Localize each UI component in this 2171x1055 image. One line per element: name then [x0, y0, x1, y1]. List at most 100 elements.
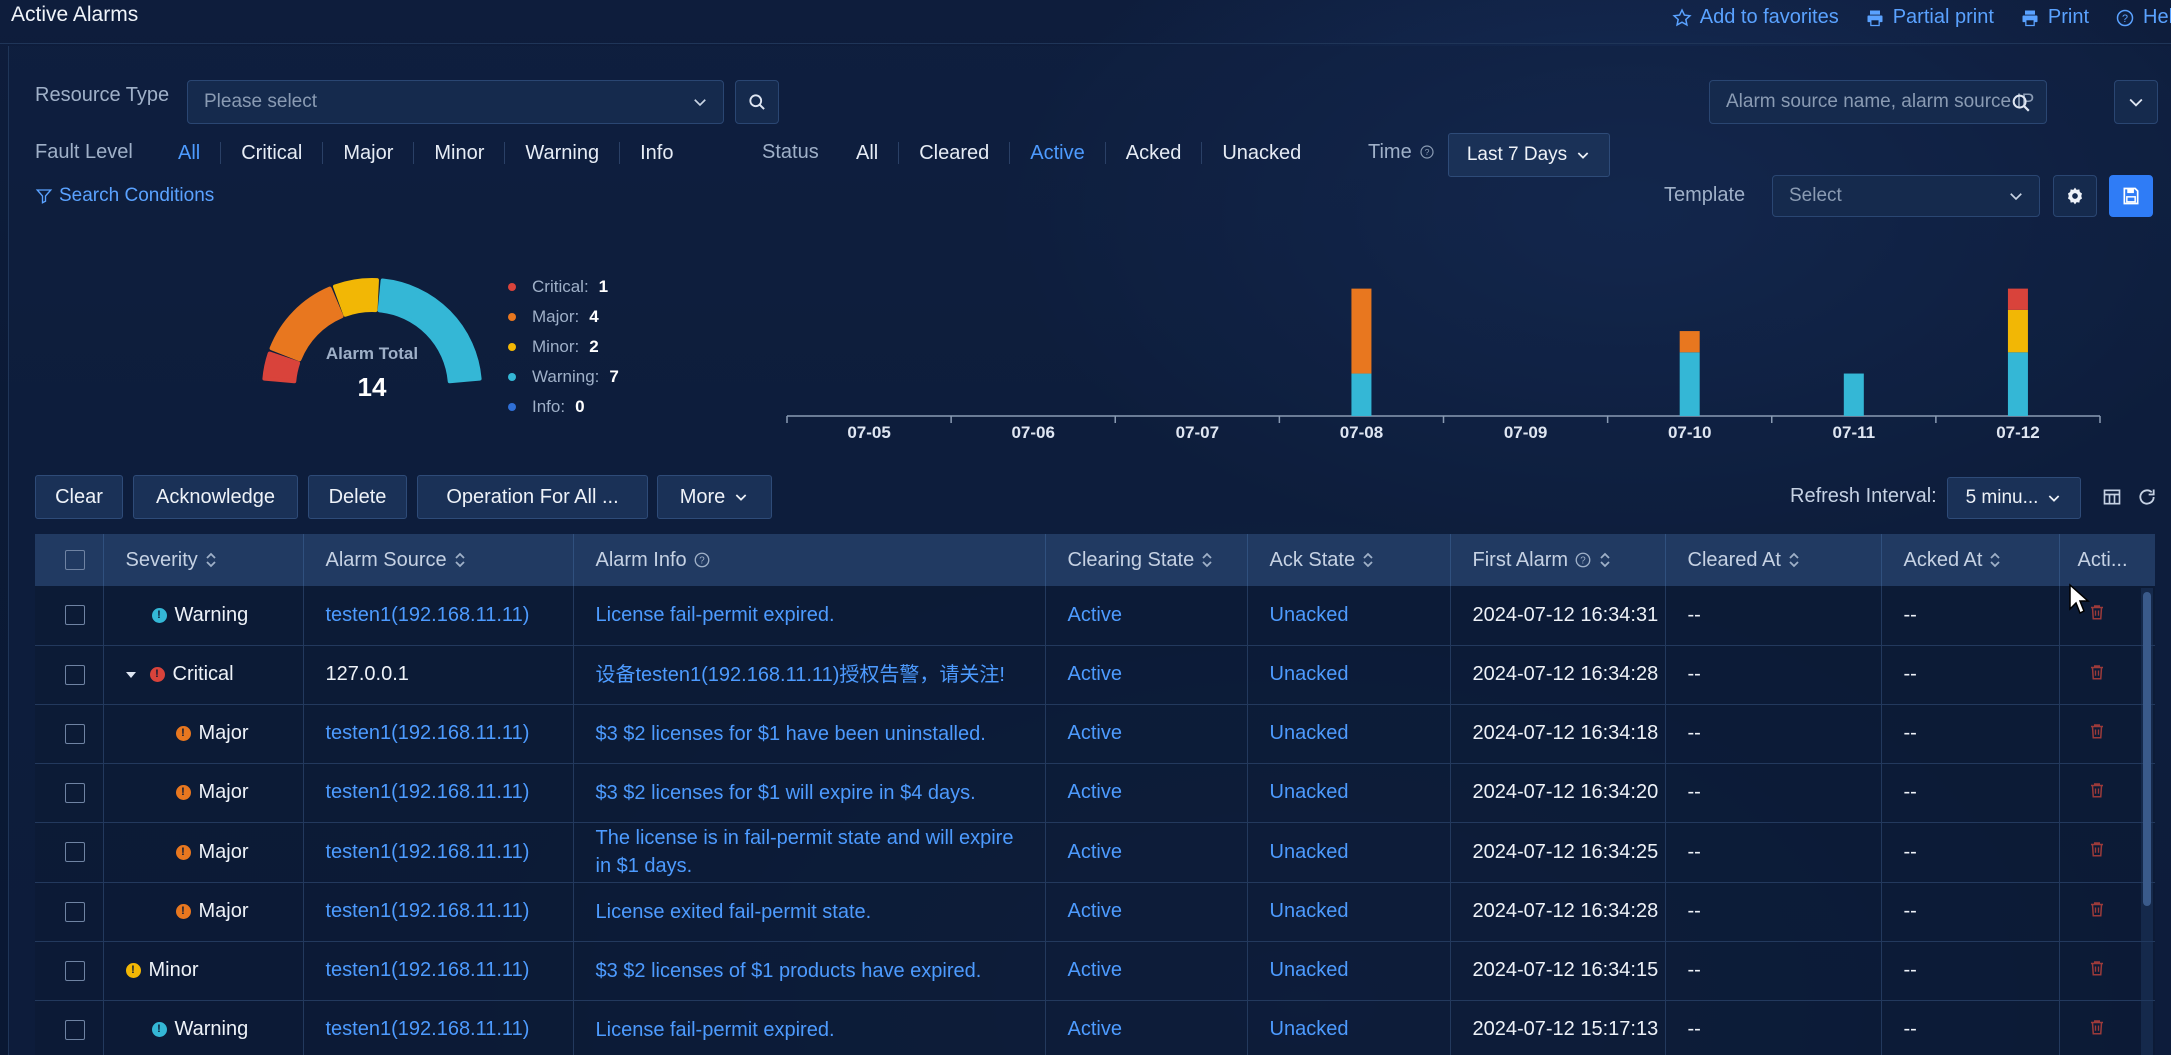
expand-caret-icon[interactable]	[124, 668, 138, 682]
alarm-source-cell[interactable]: testen1(192.168.11.11)	[303, 586, 574, 646]
fault-level-major[interactable]: Major	[323, 142, 415, 164]
row-checkbox[interactable]	[65, 842, 85, 863]
clearing-state-cell[interactable]: Active	[1045, 645, 1248, 705]
clearing-state-cell[interactable]: Active	[1045, 704, 1248, 764]
clearing-state-cell[interactable]: Active	[1045, 586, 1248, 646]
table-row[interactable]: ! Major testen1(192.168.11.11) $3 $2 lic…	[35, 763, 2155, 823]
alarm-info-cell[interactable]: The license is in fail-permit state and …	[573, 822, 1046, 883]
delete-icon[interactable]	[2088, 781, 2106, 799]
bar-segment[interactable]	[2007, 309, 2028, 353]
save-template-button[interactable]	[2109, 175, 2153, 217]
delete-icon[interactable]	[2088, 603, 2106, 621]
column-settings-icon[interactable]	[2102, 487, 2122, 507]
row-checkbox[interactable]	[65, 901, 85, 922]
alarm-info-cell[interactable]: $3 $2 licenses for $1 have been uninstal…	[573, 704, 1046, 764]
delete-button[interactable]: Delete	[308, 475, 407, 519]
row-checkbox[interactable]	[65, 960, 85, 981]
alarm-info-cell[interactable]: License fail-permit expired.	[573, 1000, 1046, 1055]
settings-button[interactable]	[2053, 175, 2097, 217]
fault-level-warning[interactable]: Warning	[505, 142, 621, 164]
bar-segment[interactable]	[1843, 373, 1864, 416]
alarm-source-cell[interactable]: testen1(192.168.11.11)	[303, 882, 574, 942]
alarm-info-cell[interactable]: License fail-permit expired.	[573, 586, 1046, 646]
sort-icon[interactable]	[1361, 550, 1375, 570]
table-row[interactable]: ! Warning testen1(192.168.11.11) License…	[35, 1000, 2155, 1055]
sort-icon[interactable]	[1598, 550, 1612, 570]
partial-print-button[interactable]: Partial print	[1865, 6, 1994, 29]
table-row[interactable]: ! Warning testen1(192.168.11.11) License…	[35, 586, 2155, 646]
bar-segment[interactable]	[1351, 288, 1372, 374]
ack-state-cell[interactable]: Unacked	[1247, 1000, 1451, 1055]
alarm-source-cell[interactable]: testen1(192.168.11.11)	[303, 704, 574, 764]
clearing-state-cell[interactable]: Active	[1045, 882, 1248, 942]
clearing-state-cell[interactable]: Active	[1045, 822, 1248, 883]
bar-segment[interactable]	[1679, 352, 1700, 416]
ack-state-cell[interactable]: Unacked	[1247, 941, 1451, 1001]
alarm-source-search-input[interactable]: Alarm source name, alarm source IP	[1709, 80, 2047, 124]
table-row[interactable]: ! Major testen1(192.168.11.11) $3 $2 lic…	[35, 704, 2155, 764]
bar-segment[interactable]	[1679, 331, 1700, 353]
clearing-state-cell[interactable]: Active	[1045, 1000, 1248, 1055]
bar-segment[interactable]	[1351, 373, 1372, 416]
fault-level-critical[interactable]: Critical	[221, 142, 324, 164]
search-icon[interactable]	[2010, 92, 2032, 114]
status-all[interactable]: All	[836, 142, 900, 164]
col-ack-state[interactable]: Ack State	[1247, 534, 1451, 586]
operation-for-all-button[interactable]: Operation For All ...	[417, 475, 648, 519]
row-checkbox[interactable]	[65, 1019, 85, 1040]
fault-level-info[interactable]: Info	[620, 142, 693, 164]
delete-icon[interactable]	[2088, 959, 2106, 977]
add-to-favorites-button[interactable]: Add to favorites	[1672, 6, 1839, 29]
table-scrollbar-thumb[interactable]	[2143, 592, 2151, 906]
alarm-info-cell[interactable]: License exited fail-permit state.	[573, 882, 1046, 942]
expand-search-button[interactable]	[2114, 80, 2158, 124]
fault-level-all[interactable]: All	[158, 142, 222, 164]
acknowledge-button[interactable]: Acknowledge	[133, 475, 298, 519]
fault-level-minor[interactable]: Minor	[414, 142, 506, 164]
status-active[interactable]: Active	[1010, 142, 1106, 164]
sort-icon[interactable]	[204, 550, 218, 570]
table-row[interactable]: ! Major testen1(192.168.11.11) The licen…	[35, 822, 2155, 883]
delete-icon[interactable]	[2088, 840, 2106, 858]
delete-icon[interactable]	[2088, 722, 2106, 740]
ack-state-cell[interactable]: Unacked	[1247, 586, 1451, 646]
delete-icon[interactable]	[2088, 663, 2106, 681]
table-row[interactable]: ! Major testen1(192.168.11.11) License e…	[35, 882, 2155, 942]
alarm-source-cell[interactable]: testen1(192.168.11.11)	[303, 822, 574, 883]
clearing-state-cell[interactable]: Active	[1045, 941, 1248, 1001]
time-range-dropdown[interactable]: Last 7 Days	[1448, 133, 1610, 177]
sort-icon[interactable]	[1988, 550, 2002, 570]
select-all-checkbox[interactable]	[65, 550, 85, 571]
table-row[interactable]: ! Critical 127.0.0.1 设备testen1(192.168.1…	[35, 645, 2155, 705]
col-cleared-at[interactable]: Cleared At	[1665, 534, 1882, 586]
resource-search-button[interactable]	[735, 80, 779, 124]
sort-icon[interactable]	[1787, 550, 1801, 570]
sort-icon[interactable]	[453, 550, 467, 570]
sort-icon[interactable]	[1200, 550, 1214, 570]
alarm-source-cell[interactable]: testen1(192.168.11.11)	[303, 941, 574, 1001]
more-dropdown[interactable]: More	[657, 475, 772, 519]
status-cleared[interactable]: Cleared	[899, 142, 1011, 164]
bar-segment[interactable]	[2007, 288, 2028, 310]
clear-button[interactable]: Clear	[35, 475, 123, 519]
status-acked[interactable]: Acked	[1106, 142, 1203, 164]
help-button[interactable]: ? Help	[2115, 6, 2171, 29]
col-acked-at[interactable]: Acked At	[1881, 534, 2060, 586]
bar-segment[interactable]	[2007, 352, 2028, 416]
ack-state-cell[interactable]: Unacked	[1247, 822, 1451, 883]
col-alarm-info[interactable]: Alarm Info?	[573, 534, 1046, 586]
col-severity[interactable]: Severity	[103, 534, 304, 586]
ack-state-cell[interactable]: Unacked	[1247, 763, 1451, 823]
template-select[interactable]: Select	[1772, 175, 2040, 217]
alarm-info-cell[interactable]: 设备testen1(192.168.11.11)授权告警，请关注!	[573, 645, 1046, 705]
row-checkbox[interactable]	[65, 723, 85, 744]
ack-state-cell[interactable]: Unacked	[1247, 704, 1451, 764]
alarm-info-cell[interactable]: $3 $2 licenses of $1 products have expir…	[573, 941, 1046, 1001]
resource-type-select[interactable]: Please select	[187, 80, 724, 124]
row-checkbox[interactable]	[65, 664, 85, 685]
delete-icon[interactable]	[2088, 1018, 2106, 1036]
table-row[interactable]: ! Minor testen1(192.168.11.11) $3 $2 lic…	[35, 941, 2155, 1001]
row-checkbox[interactable]	[65, 782, 85, 803]
alarm-source-cell[interactable]: testen1(192.168.11.11)	[303, 763, 574, 823]
search-conditions-link[interactable]: Search Conditions	[35, 185, 214, 207]
